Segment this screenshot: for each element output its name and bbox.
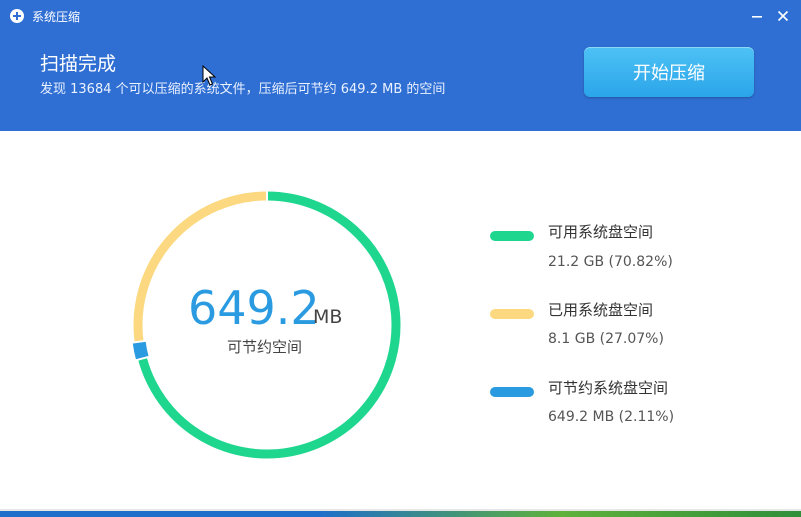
minimize-icon[interactable] xyxy=(749,8,765,24)
legend-label-savable: 可节约系统盘空间 xyxy=(548,379,669,397)
donut-segment-savable xyxy=(132,340,149,361)
savable-value: 649.2 xyxy=(188,281,320,335)
legend-label-used: 已用系统盘空间 xyxy=(548,301,654,319)
header-panel: 系统压缩 扫描完成 发现 13684 个可以压缩的系统文件，压缩后可节约 649… xyxy=(0,0,801,131)
legend-value-free: 21.2 GB (70.82%) xyxy=(548,254,673,270)
taskbar-strip xyxy=(0,511,801,517)
mouse-cursor-icon xyxy=(202,65,216,86)
legend-swatch-savable xyxy=(490,387,534,397)
title-bar: 系统压缩 xyxy=(0,0,801,34)
legend-label-free: 可用系统盘空间 xyxy=(548,223,654,241)
compress-window: 系统压缩 扫描完成 发现 13684 个可以压缩的系统文件，压缩后可节约 649… xyxy=(0,0,801,517)
start-compress-button[interactable]: 开始压缩 xyxy=(584,47,754,97)
legend-value-used: 8.1 GB (27.07%) xyxy=(548,331,664,347)
savable-caption: 可节约空间 xyxy=(227,338,303,356)
savable-unit: MB xyxy=(313,306,343,328)
legend-value-savable: 649.2 MB (2.11%) xyxy=(548,409,675,425)
window-title: 系统压缩 xyxy=(32,10,81,24)
compress-app-icon xyxy=(10,9,24,23)
legend-swatch-used xyxy=(490,309,534,319)
scan-summary-text: 发现 13684 个可以压缩的系统文件，压缩后可节约 649.2 MB 的空间 xyxy=(40,82,446,97)
close-icon[interactable] xyxy=(775,8,791,24)
scan-status-title: 扫描完成 xyxy=(40,53,117,75)
legend-swatch-free xyxy=(490,231,534,241)
